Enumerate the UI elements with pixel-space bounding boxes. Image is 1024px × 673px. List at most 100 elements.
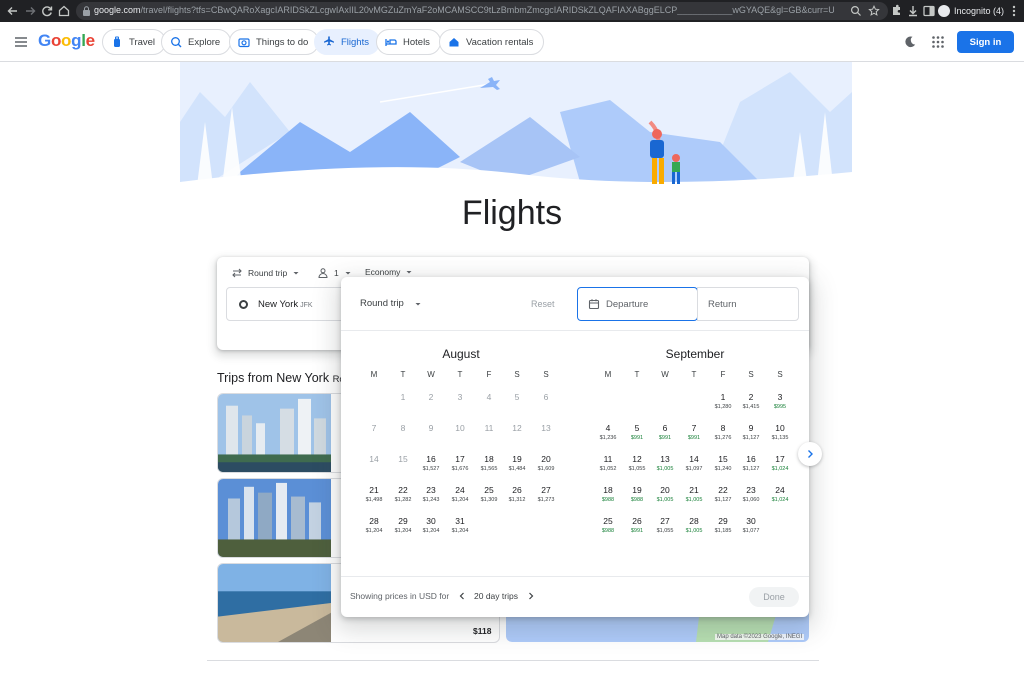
calendar-day[interactable]: 27 $1,273 — [532, 485, 560, 513]
back-icon[interactable] — [5, 3, 21, 19]
calendar-day[interactable]: 29 $1,204 — [389, 516, 417, 544]
download-icon[interactable] — [905, 3, 921, 19]
calendar-day[interactable]: 22 $1,127 — [709, 485, 737, 513]
nav-chip-things-to-do[interactable]: Things to do — [229, 29, 320, 55]
url-text: google.com/travel/flights?tfs=CBwQARoXag… — [94, 5, 834, 15]
day-number: 3 — [777, 392, 783, 402]
calendar-day[interactable]: 26 $991 — [623, 516, 651, 544]
chevron-left-icon[interactable] — [456, 590, 468, 602]
trips-section-title: Trips from New York Ro — [217, 371, 345, 385]
calendar-day[interactable]: 28 $1,005 — [680, 516, 708, 544]
nav-chip-hotels[interactable]: Hotels — [376, 29, 441, 55]
calendar-day[interactable]: 31 $1,204 — [446, 516, 474, 544]
cabin-class-select[interactable]: Economy — [365, 267, 413, 277]
calendar-day[interactable]: 22 $1,282 — [389, 485, 417, 513]
calendar-day[interactable]: 21 $1,498 — [360, 485, 388, 513]
day-price: $1,276 — [714, 435, 732, 441]
nav-chip-vacation-rentals[interactable]: Vacation rentals — [439, 29, 545, 55]
calendar-day[interactable]: 10 $1,135 — [766, 423, 794, 451]
calendar-day[interactable]: 26 $1,312 — [503, 485, 531, 513]
nav-chip-travel[interactable]: Travel — [102, 29, 167, 55]
day-price: $1,127 — [714, 497, 732, 503]
calendar-day[interactable]: 4 $1,236 — [594, 423, 622, 451]
weekday-label: S — [748, 370, 754, 379]
return-date-input[interactable]: Return — [697, 287, 799, 321]
calendar-day[interactable]: 30 $1,204 — [417, 516, 445, 544]
calendar-day[interactable]: 6 $991 — [651, 423, 679, 451]
calendar-day[interactable]: 25 $1,309 — [475, 485, 503, 513]
calendar-day: 11 — [475, 423, 503, 451]
side-panel-icon[interactable] — [921, 3, 937, 19]
flight-icon — [324, 36, 334, 46]
calendar-day[interactable]: 19 $988 — [623, 485, 651, 513]
calendar-day[interactable]: 15 $1,240 — [709, 454, 737, 482]
calendar-day[interactable]: 24 $1,204 — [446, 485, 474, 513]
zoom-icon[interactable] — [850, 5, 862, 17]
calendar-day[interactable]: 21 $1,005 — [680, 485, 708, 513]
calendar-day[interactable]: 5 $991 — [623, 423, 651, 451]
chevron-right-icon[interactable] — [525, 590, 537, 602]
weekday-label: T — [634, 370, 640, 379]
calendar-day[interactable]: 25 $988 — [594, 516, 622, 544]
calendar-day[interactable]: 16 $1,527 — [417, 454, 445, 482]
trip-type-select[interactable]: Round trip — [231, 267, 300, 279]
day-number: 18 — [484, 454, 494, 464]
day-number: 1 — [400, 392, 406, 402]
calendar-day[interactable]: 19 $1,484 — [503, 454, 531, 482]
calendar-day[interactable]: 23 $1,243 — [417, 485, 445, 513]
calendar-day[interactable]: 11 $1,052 — [594, 454, 622, 482]
calendar-day[interactable]: 28 $1,204 — [360, 516, 388, 544]
calendar-day[interactable]: 24 $1,024 — [766, 485, 794, 513]
day-number: 17 — [455, 454, 465, 464]
calendar-day[interactable]: 14 $1,097 — [680, 454, 708, 482]
reset-button[interactable]: Reset — [531, 299, 555, 309]
calendar-day[interactable]: 16 $1,127 — [737, 454, 765, 482]
calendar-day[interactable]: 8 $1,276 — [709, 423, 737, 451]
next-month-button[interactable] — [798, 442, 822, 466]
calendar-day[interactable]: 17 $1,676 — [446, 454, 474, 482]
menu-icon[interactable] — [12, 33, 30, 51]
sign-in-button[interactable]: Sign in — [957, 31, 1014, 53]
calendar-day[interactable]: 30 $1,077 — [737, 516, 765, 544]
nav-chip-explore[interactable]: Explore — [161, 29, 232, 55]
calendar-day[interactable]: 27 $1,055 — [651, 516, 679, 544]
address-bar[interactable]: google.com/travel/flights?tfs=CBwQARoXag… — [76, 2, 888, 20]
day-price: $1,609 — [537, 466, 555, 472]
home-icon[interactable] — [56, 3, 72, 19]
calendar-day[interactable]: 18 $1,565 — [475, 454, 503, 482]
trip-length-value: 20 day trips — [474, 591, 518, 601]
cabin-class-label: Economy — [365, 267, 401, 277]
calendar-day[interactable]: 9 $1,127 — [737, 423, 765, 451]
calendar-day[interactable]: 3 $995 — [766, 392, 794, 420]
calendar-day[interactable]: 29 $1,185 — [709, 516, 737, 544]
picker-trip-type-select[interactable]: Round trip — [360, 298, 422, 309]
calendar-day[interactable]: 23 $1,060 — [737, 485, 765, 513]
day-price: $1,127 — [742, 435, 760, 441]
google-logo[interactable]: Google — [38, 31, 95, 51]
done-button[interactable]: Done — [749, 587, 799, 607]
day-number: 27 — [541, 485, 551, 495]
calendar-day[interactable]: 18 $988 — [594, 485, 622, 513]
day-number: 8 — [720, 423, 726, 433]
dark-theme-icon[interactable] — [903, 35, 917, 49]
apps-grid-icon[interactable] — [931, 35, 945, 49]
calendar-day[interactable]: 7 $991 — [680, 423, 708, 451]
calendar-day[interactable]: 2 $1,415 — [737, 392, 765, 420]
nav-chip-flights[interactable]: Flights — [314, 29, 380, 55]
forward-icon[interactable] — [22, 3, 38, 19]
calendar-day[interactable]: 20 $1,005 — [651, 485, 679, 513]
reload-icon[interactable] — [39, 3, 55, 19]
bookmark-star-icon[interactable] — [868, 5, 880, 17]
incognito-indicator[interactable]: Incognito (4) — [938, 3, 1004, 19]
calendar-day[interactable]: 1 $1,280 — [709, 392, 737, 420]
nav-chip-label: Flights — [341, 36, 369, 48]
calendar-day[interactable]: 13 $1,005 — [651, 454, 679, 482]
mountains-illustration — [180, 62, 852, 202]
day-price: $1,204 — [451, 497, 469, 503]
departure-date-input[interactable]: Departure — [577, 287, 698, 321]
calendar-day[interactable]: 12 $1,055 — [623, 454, 651, 482]
extensions-icon[interactable] — [888, 3, 904, 19]
calendar-day[interactable]: 17 $1,024 — [766, 454, 794, 482]
calendar-day[interactable]: 20 $1,609 — [532, 454, 560, 482]
more-vert-icon[interactable] — [1006, 3, 1022, 19]
